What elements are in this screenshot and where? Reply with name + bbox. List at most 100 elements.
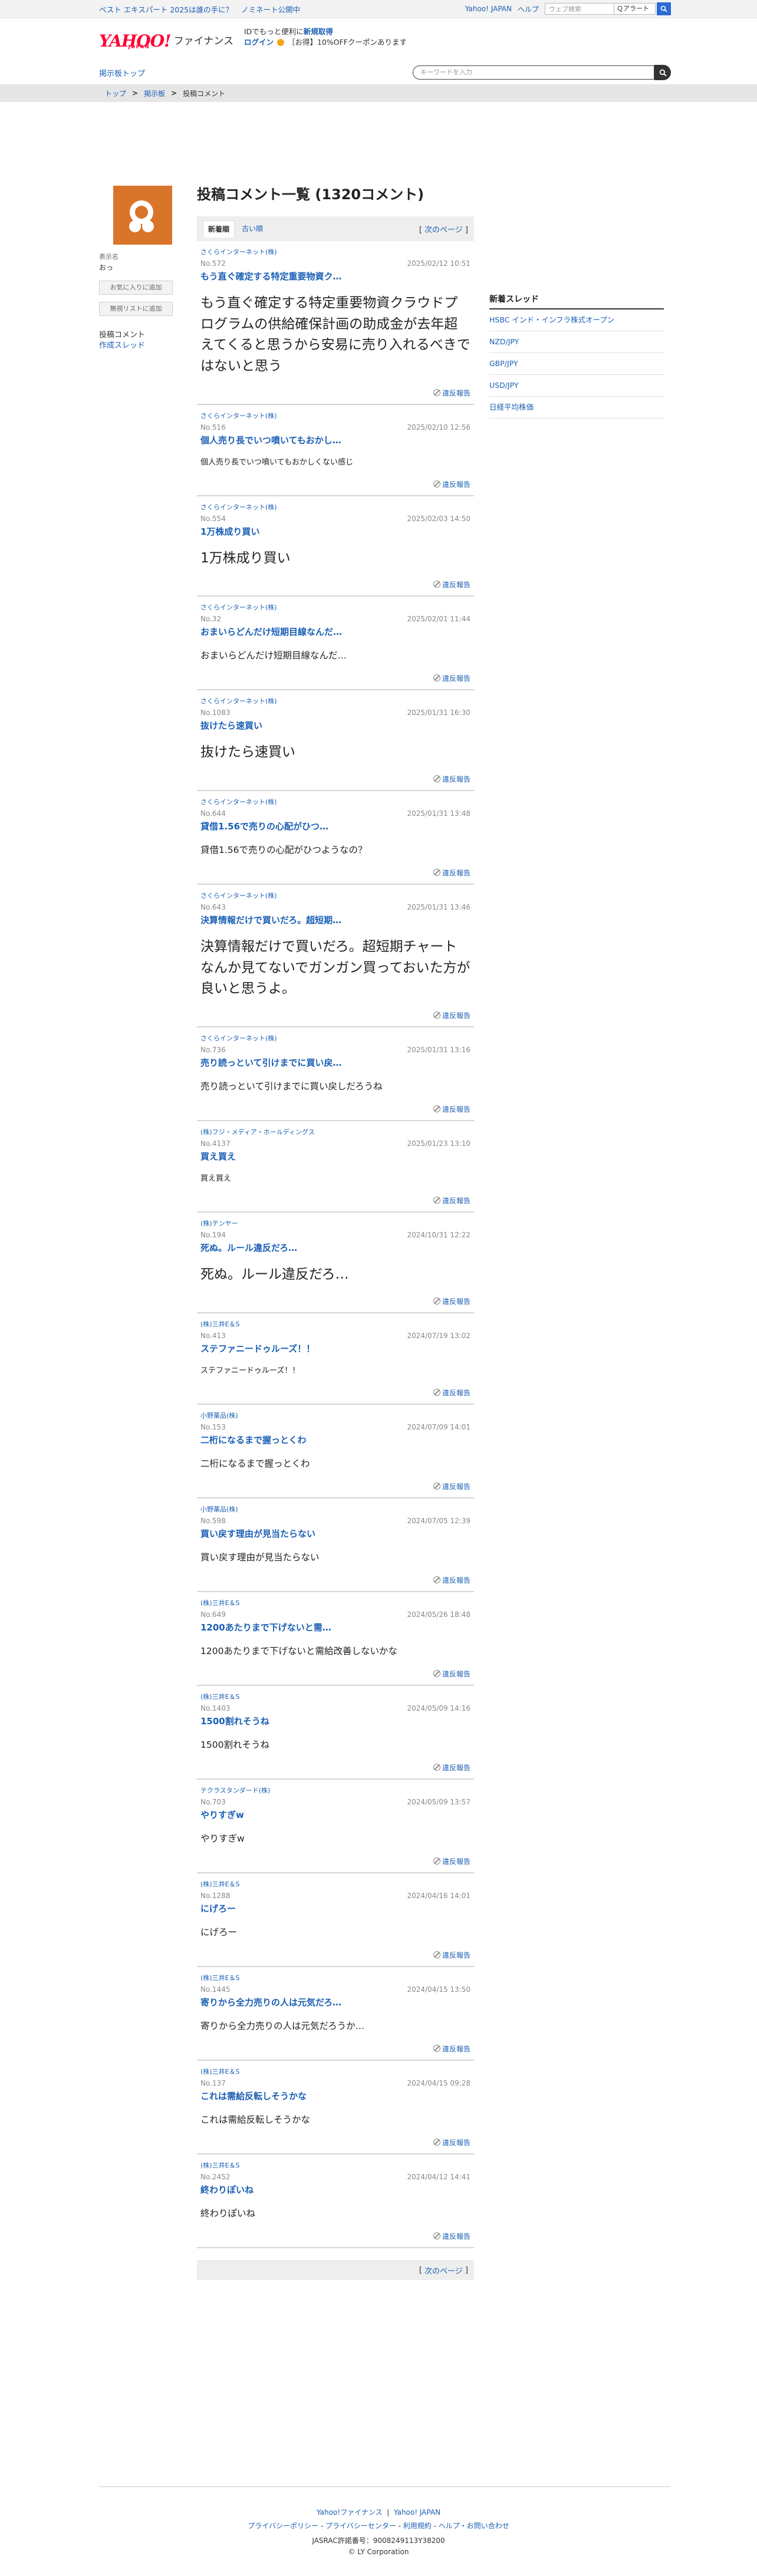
yahoo-finance-logo[interactable]: YAHOO! JAPAN ファイナンス <box>99 27 233 50</box>
comment-title-link[interactable]: 死ぬ。ルール違反だろ… <box>200 1241 470 1254</box>
footer-link-finance[interactable]: Yahoo!ファイナンス <box>317 2508 383 2516</box>
add-favorite-button[interactable]: お気に入りに追加 <box>99 281 173 295</box>
nav-created-threads[interactable]: 作成スレッド <box>99 341 145 350</box>
report-link[interactable]: 違反報告 <box>200 673 470 683</box>
thread-item[interactable]: HSBC インド・インフラ株式オープン <box>489 309 664 331</box>
comment-company-link[interactable]: (株)テンヤー <box>200 1218 470 1228</box>
comment-title-link[interactable]: やりすぎw <box>200 1809 470 1821</box>
comment-title-link[interactable]: おまいらどんだけ短期目線なんだ… <box>200 625 470 638</box>
footer-link-terms[interactable]: 利用規約 <box>403 2522 432 2530</box>
report-link[interactable]: 違反報告 <box>200 388 470 398</box>
breadcrumb-top[interactable]: トップ <box>105 88 126 98</box>
report-link[interactable]: 違反報告 <box>200 2044 470 2054</box>
comment-company-link[interactable]: さくらインターネット(株) <box>200 891 470 900</box>
thread-link[interactable]: HSBC インド・インフラ株式オープン <box>489 315 614 324</box>
search-type-select[interactable]: Ｑアラート <box>614 3 656 15</box>
comment-title-link[interactable]: 二桁になるまで握っとくわ <box>200 1434 470 1446</box>
comment-company-link[interactable]: (株)三井E＆S <box>200 1973 470 1982</box>
footer-link-help[interactable]: ヘルプ・お問い合わせ <box>439 2522 509 2530</box>
login-link[interactable]: ログイン <box>244 37 274 48</box>
comment-company-link[interactable]: さくらインターネット(株) <box>200 1033 470 1043</box>
add-ignore-button[interactable]: 無視リストに追加 <box>99 302 173 316</box>
comment-title-link[interactable]: 決算情報だけで買いだろ。超短期… <box>200 914 470 926</box>
comment-company-link[interactable]: さくらインターネット(株) <box>200 602 470 612</box>
comment-title-link[interactable]: 抜けたら速買い <box>200 719 470 732</box>
comment-title-link[interactable]: 1500割れそうね <box>200 1715 470 1727</box>
web-search-input[interactable]: ウェブ検索 <box>545 3 614 15</box>
report-icon <box>433 1576 440 1583</box>
footer-link-privacy-policy[interactable]: プライバシーポリシー <box>248 2522 318 2530</box>
comment-title-link[interactable]: これは需給反転しそうかな <box>200 2090 470 2102</box>
tab-oldest[interactable]: 古い順 <box>237 220 268 237</box>
thread-link[interactable]: 日経平均株価 <box>489 403 534 411</box>
report-link[interactable]: 違反報告 <box>200 1296 470 1306</box>
comment-title-link[interactable]: 貸借1.56で売りの心配がひつ… <box>200 820 470 832</box>
report-link[interactable]: 違反報告 <box>200 579 470 589</box>
thread-link[interactable]: USD/JPY <box>489 381 519 390</box>
keyword-input[interactable]: キーワードを入力 <box>413 65 654 80</box>
report-link[interactable]: 違反報告 <box>200 1010 470 1020</box>
next-page-link[interactable]: [ 次のページ ] <box>419 223 468 235</box>
next-page-link-bottom[interactable]: [ 次のページ ] <box>197 2260 474 2281</box>
help-link[interactable]: ヘルプ <box>518 4 539 14</box>
comment-company-link[interactable]: さくらインターネット(株) <box>200 797 470 806</box>
comment-company-link[interactable]: テクラスタンダード(株) <box>200 1786 470 1795</box>
footer-link-yahoo[interactable]: Yahoo! JAPAN <box>394 2508 440 2516</box>
comment-title-link[interactable]: 1万株成り買い <box>200 525 470 538</box>
board-top-link[interactable]: 掲示板トップ <box>99 67 145 78</box>
comment-company-link[interactable]: (株)三井E＆S <box>200 2067 470 2076</box>
comment-title-link[interactable]: 寄りから全力売りの人は元気だろ… <box>200 1996 470 2008</box>
report-link[interactable]: 違反報告 <box>200 1104 470 1114</box>
thread-item[interactable]: NZD/JPY <box>489 331 664 353</box>
comment-company-link[interactable]: 小野薬品(株) <box>200 1504 470 1514</box>
comment-title-link[interactable]: 終わりぽいね <box>200 2183 470 2196</box>
report-link[interactable]: 違反報告 <box>200 1950 470 1960</box>
comment-title-link[interactable]: もう直ぐ確定する特定重要物資ク… <box>200 270 470 282</box>
report-link[interactable]: 違反報告 <box>200 1481 470 1491</box>
comment-title-link[interactable]: 1200あたりまで下げないと需… <box>200 1621 470 1633</box>
comment-company-link[interactable]: さくらインターネット(株) <box>200 502 470 512</box>
yahoo-japan-link[interactable]: Yahoo! JAPAN <box>465 5 512 13</box>
tab-newest[interactable]: 新着順 <box>203 220 235 238</box>
keyword-search-button[interactable] <box>654 65 671 80</box>
comment-title-link[interactable]: にげろー <box>200 1902 470 1915</box>
comment-company-link[interactable]: さくらインターネット(株) <box>200 411 470 420</box>
report-link[interactable]: 違反報告 <box>200 774 470 784</box>
thread-item[interactable]: GBP/JPY <box>489 353 664 375</box>
thread-link[interactable]: NZD/JPY <box>489 337 519 346</box>
breadcrumb-board[interactable]: 掲示板 <box>144 88 165 98</box>
thread-link[interactable]: GBP/JPY <box>489 359 518 368</box>
footer-link-privacy-center[interactable]: プライバシーセンター <box>325 2522 396 2530</box>
thread-item[interactable]: USD/JPY <box>489 375 664 397</box>
thread-item[interactable]: 日経平均株価 <box>489 397 664 419</box>
comment-title-link[interactable]: ステファニードゥルーズ！！ <box>200 1342 470 1355</box>
report-link[interactable]: 違反報告 <box>200 2231 470 2241</box>
comment-title-link[interactable]: 買え買え <box>200 1150 470 1162</box>
web-search-button[interactable] <box>657 2 671 15</box>
comment-title-link[interactable]: 買い戻す理由が見当たらない <box>200 1527 470 1540</box>
report-link[interactable]: 違反報告 <box>200 868 470 878</box>
comment-company-link[interactable]: (株)三井E＆S <box>200 1598 470 1607</box>
promo-link-best-expert[interactable]: ベスト エキスパート 2025は誰の手に？ <box>99 4 233 15</box>
comment-company-link[interactable]: (株)フジ・メディア・ホールディングス <box>200 1127 470 1137</box>
comment-company-link[interactable]: 小野薬品(株) <box>200 1411 470 1420</box>
comment-title-link[interactable]: 個人売り長でいつ噴いてもおかし… <box>200 434 470 446</box>
report-link[interactable]: 違反報告 <box>200 479 470 489</box>
signup-link[interactable]: 新規取得 <box>304 27 333 36</box>
report-link[interactable]: 違反報告 <box>200 1763 470 1773</box>
report-link[interactable]: 違反報告 <box>200 1195 470 1205</box>
comment-company-link[interactable]: (株)三井E＆S <box>200 1692 470 1701</box>
report-link[interactable]: 違反報告 <box>200 1669 470 1679</box>
comment-company-link[interactable]: (株)三井E＆S <box>200 2160 470 2170</box>
comment-company-link[interactable]: (株)三井E＆S <box>200 1879 470 1889</box>
report-link[interactable]: 違反報告 <box>200 1856 470 1866</box>
promo-link-nominate[interactable]: ノミネート公開中 <box>241 4 300 15</box>
report-link[interactable]: 違反報告 <box>200 1388 470 1398</box>
comment-company-link[interactable]: (株)三井E＆S <box>200 1319 470 1329</box>
comment-title-link[interactable]: 売り読っといて引けまでに買い戻… <box>200 1056 470 1069</box>
report-link[interactable]: 違反報告 <box>200 2137 470 2147</box>
report-link[interactable]: 違反報告 <box>200 1575 470 1585</box>
comment-company-link[interactable]: さくらインターネット(株) <box>200 247 470 256</box>
comment-company-link[interactable]: さくらインターネット(株) <box>200 696 470 706</box>
coupon-text[interactable]: ［お得】10%OFFクーポンあります <box>288 37 407 48</box>
